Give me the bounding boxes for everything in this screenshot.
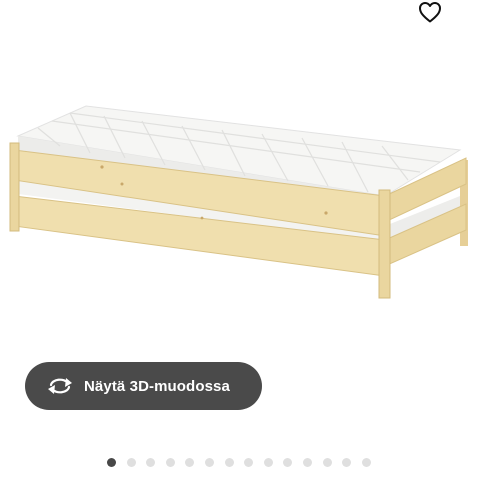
pagination-dot[interactable] [361, 457, 371, 467]
pagination-dot[interactable] [283, 457, 293, 467]
view-in-3d-button[interactable]: Näytä 3D-muodossa [25, 362, 262, 410]
favorite-button[interactable] [416, 0, 444, 24]
product-image[interactable] [0, 90, 480, 310]
bed-leg-front-right [378, 189, 391, 299]
pagination-dot[interactable] [146, 457, 156, 467]
pagination-dot[interactable] [342, 457, 352, 467]
pagination-dot[interactable] [263, 457, 273, 467]
pagination-dot[interactable] [126, 457, 136, 467]
pagination-dot[interactable] [107, 457, 116, 467]
pagination-dot[interactable] [204, 457, 214, 467]
heart-outline-icon [419, 2, 441, 23]
image-pagination [107, 457, 381, 467]
pagination-dot[interactable] [322, 457, 332, 467]
rotate-arrows-icon [48, 378, 72, 394]
view-in-3d-label: Näytä 3D-muodossa [84, 377, 230, 395]
pagination-dot[interactable] [185, 457, 195, 467]
bed-leg-front-left [9, 142, 20, 232]
pagination-dot[interactable] [224, 457, 234, 467]
pagination-dot[interactable] [302, 457, 312, 467]
pagination-dot[interactable] [244, 457, 254, 467]
pagination-dot[interactable] [165, 457, 175, 467]
